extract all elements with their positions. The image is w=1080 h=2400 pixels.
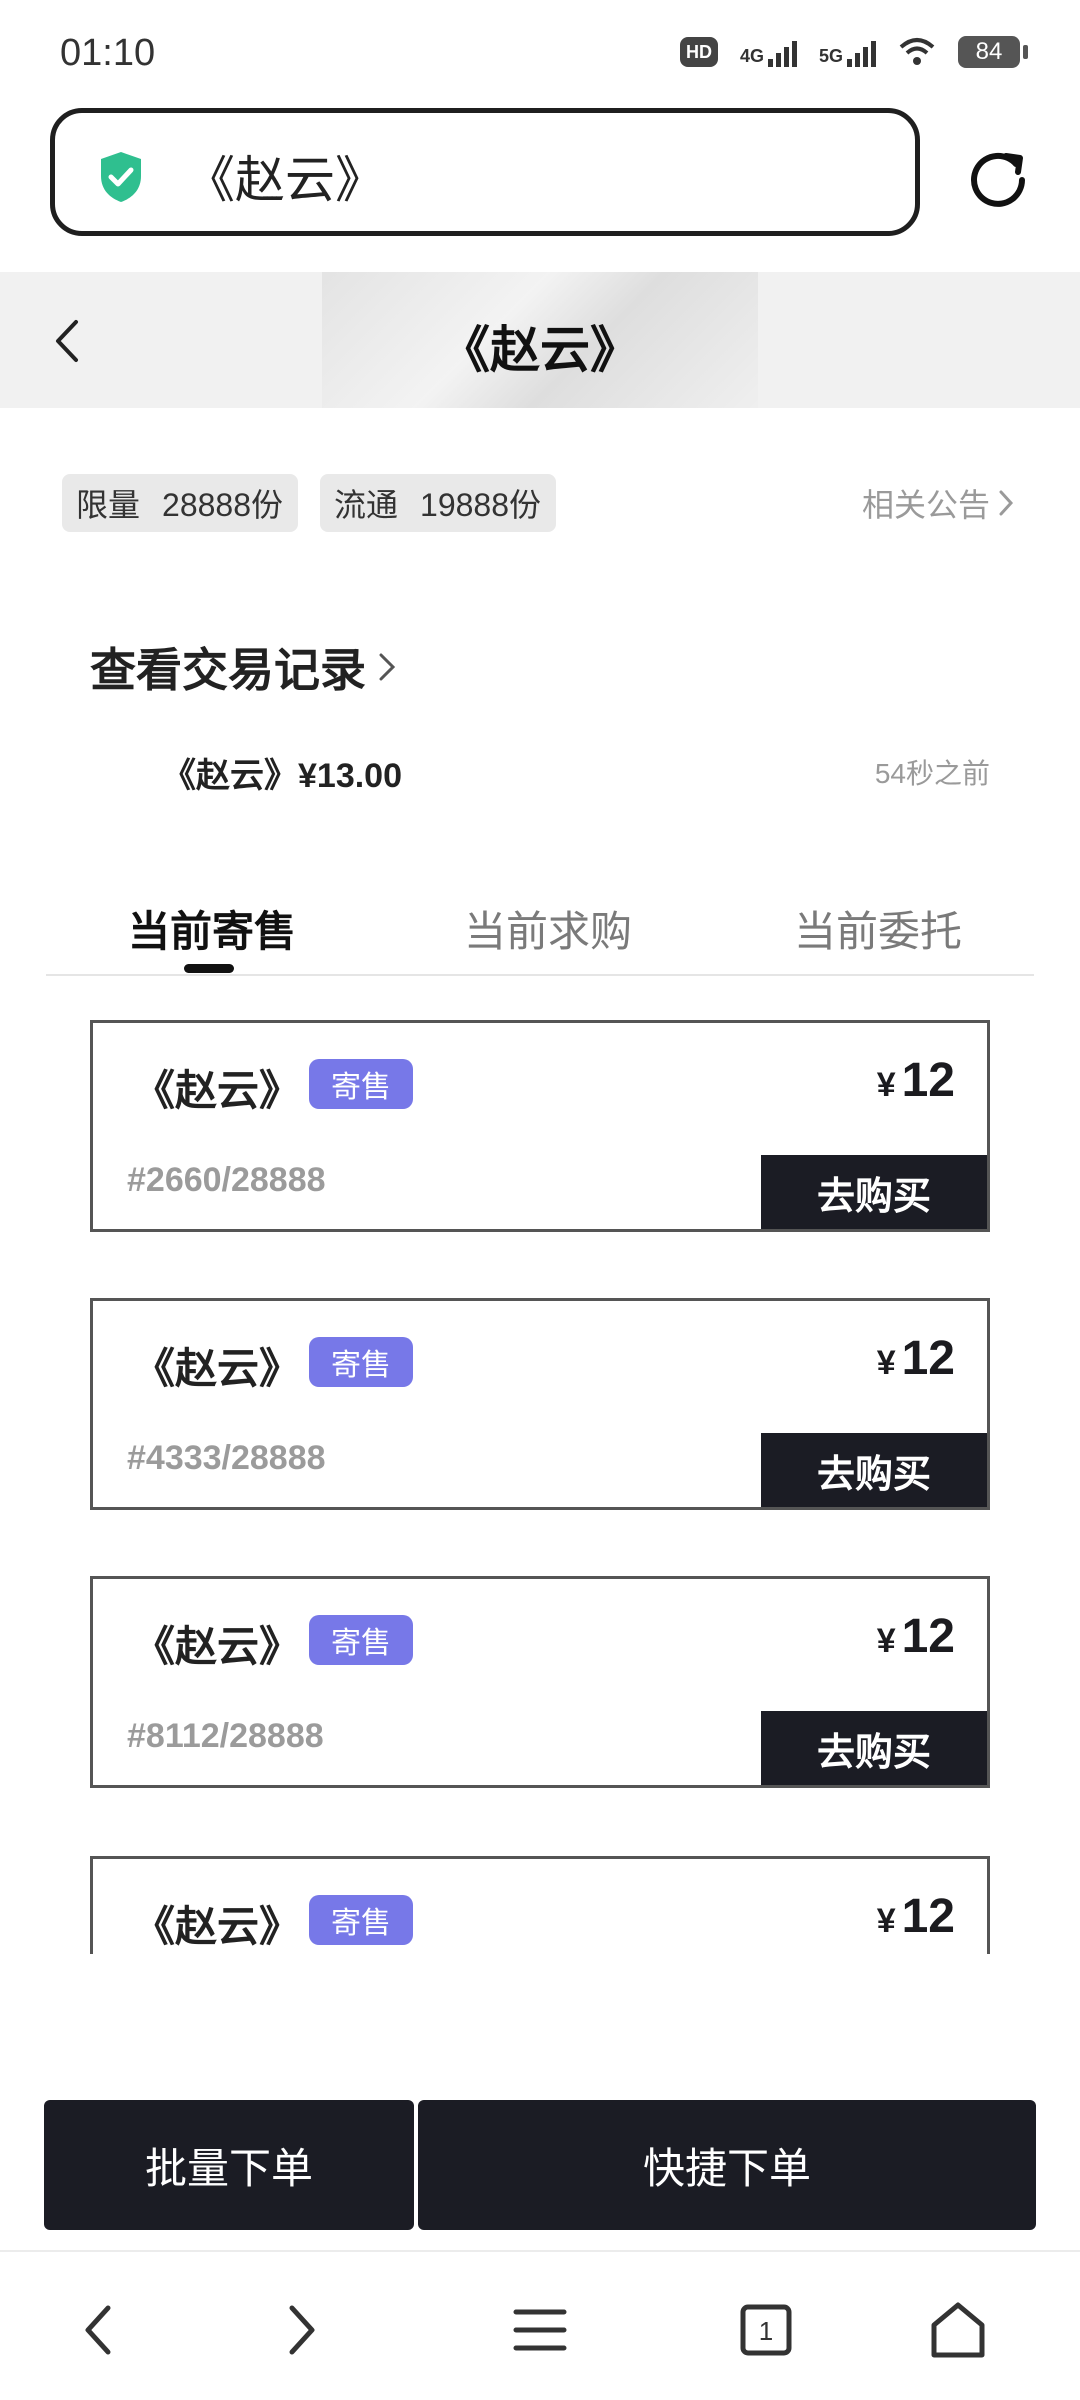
shield-check-icon	[101, 152, 141, 202]
announcement-label: 相关公告	[861, 487, 990, 523]
listing-list[interactable]: 《赵云》 寄售 ¥12 #2660/28888 去购买 《赵云》 寄售 ¥12 …	[0, 1010, 1080, 1954]
address-bar[interactable]	[50, 108, 920, 236]
listing-price: ¥12	[876, 1332, 955, 1385]
signal-5g-icon: 5G	[819, 37, 876, 67]
trade-records-label: 查看交易记录	[90, 644, 366, 696]
status-icons: HD 4G 5G 84	[679, 36, 1028, 68]
browser-menu-button[interactable]	[500, 2290, 580, 2370]
back-arrow-icon	[85, 2305, 111, 2355]
tab-wanted[interactable]: 当前求购	[464, 898, 632, 959]
chevron-right-icon	[999, 490, 1014, 516]
circulation-value: 19888份	[420, 487, 542, 523]
listing-serial: #8112/28888	[127, 1717, 324, 1755]
consignment-tag: 寄售	[309, 1059, 413, 1109]
latest-record: 《赵云》¥13.00	[162, 748, 402, 797]
hd-icon: HD	[679, 37, 718, 67]
tab-count: 1	[759, 2316, 773, 2346]
page-title: 《赵云》	[440, 322, 640, 378]
buy-button[interactable]: 去购买	[761, 1155, 987, 1229]
circulation-label: 流通	[334, 487, 399, 523]
listing-title: 《赵云》	[133, 1903, 302, 1950]
listing-price: ¥12	[876, 1054, 955, 1107]
latest-record-time: 54秒之前	[874, 758, 990, 789]
consignment-tag: 寄售	[309, 1895, 413, 1945]
tab-consignment[interactable]: 当前寄售	[128, 898, 296, 959]
limit-label: 限量	[76, 487, 141, 523]
listing-card[interactable]: 《赵云》 寄售 ¥12	[90, 1856, 990, 1954]
listing-card[interactable]: 《赵云》 寄售 ¥12 #2660/28888 去购买	[90, 1020, 990, 1232]
browser-back-button[interactable]	[58, 2290, 138, 2370]
batch-order-button[interactable]: 批量下单	[44, 2100, 414, 2230]
menu-icon	[513, 2309, 567, 2351]
battery-icon: 84	[958, 36, 1028, 68]
consignment-tag: 寄售	[309, 1337, 413, 1387]
forward-arrow-icon	[289, 2305, 315, 2355]
listing-title: 《赵云》	[133, 1067, 302, 1114]
listing-title: 《赵云》	[133, 1623, 302, 1670]
signal-4g-icon: 4G	[740, 37, 797, 67]
listing-serial: #4333/28888	[127, 1439, 326, 1477]
limit-value: 28888份	[162, 487, 284, 523]
buy-button[interactable]: 去购买	[761, 1711, 987, 1785]
listing-title: 《赵云》	[133, 1345, 302, 1392]
consignment-tag: 寄售	[309, 1615, 413, 1665]
latest-record-item: 《赵云》	[162, 757, 298, 795]
listing-price: ¥12	[876, 1890, 955, 1943]
listing-price: ¥12	[876, 1610, 955, 1663]
browser-forward-button[interactable]	[262, 2290, 342, 2370]
listing-card[interactable]: 《赵云》 寄售 ¥12 #8112/28888 去购买	[90, 1576, 990, 1788]
listing-serial: #2660/28888	[127, 1161, 326, 1199]
trade-records-link[interactable]: 查看交易记录	[90, 634, 396, 700]
wifi-icon	[899, 38, 935, 65]
buy-button[interactable]: 去购买	[761, 1433, 987, 1507]
limit-tag: 限量 28888份	[62, 474, 298, 532]
active-tab-indicator	[184, 964, 234, 973]
tabs-icon: 1	[740, 2304, 792, 2356]
chevron-right-icon	[379, 653, 396, 681]
circulation-tag: 流通 19888份	[320, 474, 556, 532]
address-text[interactable]: 《赵云》	[185, 140, 385, 212]
browser-home-button[interactable]	[918, 2290, 998, 2370]
home-icon	[931, 2302, 985, 2358]
quick-order-button[interactable]: 快捷下单	[418, 2100, 1036, 2230]
listing-card[interactable]: 《赵云》 寄售 ¥12 #4333/28888 去购买	[90, 1298, 990, 1510]
latest-record-price: ¥13.00	[298, 757, 402, 795]
reload-icon[interactable]	[966, 146, 1030, 210]
announcement-link[interactable]: 相关公告	[862, 480, 1014, 526]
tab-entrusted[interactable]: 当前委托	[794, 898, 962, 959]
status-time: 01:10	[60, 32, 156, 74]
browser-tabs-button[interactable]: 1	[726, 2290, 806, 2370]
browser-nav-divider	[0, 2250, 1080, 2252]
tabs-divider	[46, 974, 1034, 976]
